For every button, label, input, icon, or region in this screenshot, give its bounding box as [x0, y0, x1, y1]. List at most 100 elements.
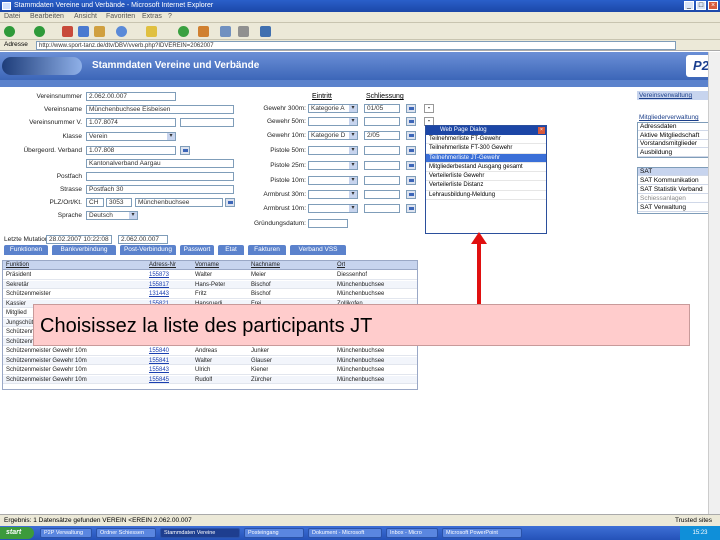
postfach-field[interactable]: [86, 172, 234, 181]
sprache-select[interactable]: Deutsch: [86, 211, 138, 220]
address-number-link[interactable]: 155873: [149, 271, 169, 279]
tab-bankverbindung[interactable]: Bankverbindung: [52, 245, 116, 255]
report-item[interactable]: Teilnehmerliste FT-Gewehr: [426, 135, 546, 145]
close-button[interactable]: ×: [708, 1, 718, 10]
back-icon[interactable]: [4, 26, 15, 37]
report-item[interactable]: Teilnehmerliste FT-300 Gewehr: [426, 144, 546, 154]
forward-icon[interactable]: [34, 26, 45, 37]
task-item[interactable]: Dokument - Microsoft: [308, 528, 382, 538]
minimize-button[interactable]: _: [684, 1, 694, 10]
task-item[interactable]: Inbox - Micro: [386, 528, 438, 538]
table-row[interactable]: Schützenmeister Gewehr 10m 155845 Rudolf Zü…: [3, 375, 417, 384]
menu-favoriten[interactable]: Favoriten: [106, 13, 135, 20]
address-number-link[interactable]: 131443: [149, 290, 169, 298]
tab-etat[interactable]: Etat: [218, 245, 244, 255]
nav-sat-statistik[interactable]: SAT Statistik Verband: [638, 186, 718, 194]
report-item[interactable]: Verteilerliste Gewehr: [426, 172, 546, 182]
country-field[interactable]: CH: [86, 198, 104, 207]
lookup-verband-icon[interactable]: [180, 146, 190, 155]
table-row[interactable]: Sekretär 155817 Hans-Peter Bischof Münchenbu…: [3, 280, 417, 289]
a10-edit-icon[interactable]: [406, 204, 416, 213]
page-scrollbar[interactable]: [708, 52, 720, 514]
g10-date[interactable]: 2/05: [364, 131, 400, 140]
p25-date[interactable]: [364, 161, 400, 170]
a30-date[interactable]: [364, 190, 400, 199]
p50-edit-icon[interactable]: [406, 146, 416, 155]
menu-datei[interactable]: Datei: [4, 13, 20, 20]
maximize-button[interactable]: □: [696, 1, 706, 10]
p10-edit-icon[interactable]: [406, 176, 416, 185]
a10-date[interactable]: [364, 204, 400, 213]
p10-select[interactable]: [308, 176, 358, 185]
p25-select[interactable]: [308, 161, 358, 170]
tab-verband-vss[interactable]: Verband VSS: [290, 245, 346, 255]
tab-fakturen[interactable]: Fakturen: [248, 245, 286, 255]
g300-date[interactable]: 01/05: [364, 104, 400, 113]
home-icon[interactable]: [94, 26, 105, 37]
history-icon[interactable]: [198, 26, 209, 37]
table-row[interactable]: Schützenmeister Gewehr 10m 155843 Ulrich Ki…: [3, 366, 417, 375]
g10-select[interactable]: Kategorie D: [308, 131, 358, 140]
tab-passwort[interactable]: Passwort: [180, 245, 214, 255]
media-icon[interactable]: [178, 26, 189, 37]
stop-icon[interactable]: [62, 26, 73, 37]
col-nachname[interactable]: Nachname: [251, 261, 280, 269]
g50-edit-icon[interactable]: [406, 117, 416, 126]
address-input[interactable]: http://www.sport-tanz.de/dtv/DBV/vverb.p…: [36, 41, 676, 50]
ort-field[interactable]: Münchenbuchsee: [135, 198, 223, 207]
report-item[interactable]: Verteilerliste Distanz: [426, 181, 546, 191]
address-number-link[interactable]: 155843: [149, 366, 169, 374]
p50-date[interactable]: [364, 146, 400, 155]
uebergeord-field[interactable]: 1.07.808: [86, 146, 176, 155]
table-row[interactable]: Schützenmeister Gewehr 10m 155840 Andreas J…: [3, 347, 417, 356]
col-adressnr[interactable]: Adress-Nr: [149, 261, 176, 269]
vereinsname-field[interactable]: Münchenbuchsee Eisbeisen: [86, 105, 234, 114]
dialog-close-icon[interactable]: ×: [538, 127, 545, 134]
klasse-select[interactable]: Verein: [86, 132, 176, 141]
address-number-link[interactable]: 155817: [149, 281, 169, 289]
gruendung-field[interactable]: [308, 219, 348, 228]
address-number-link[interactable]: 155841: [149, 357, 169, 365]
nav-aktive-mitgliedschaft[interactable]: Aktive Mitgliedschaft: [638, 132, 718, 140]
g10-edit-icon[interactable]: [406, 131, 416, 140]
table-row[interactable]: Präsident 155873 Walter Meier Diessenhof: [3, 271, 417, 280]
menu-bearbeiten[interactable]: Bearbeiten: [30, 13, 64, 20]
menu-help[interactable]: ?: [168, 13, 172, 20]
plz-field[interactable]: 3053: [106, 198, 132, 207]
g300-remove-icon[interactable]: -: [424, 104, 434, 113]
start-button[interactable]: start: [0, 527, 34, 539]
edit-icon[interactable]: [260, 26, 271, 37]
print-icon[interactable]: [238, 26, 249, 37]
g300-select[interactable]: Kategorie A: [308, 104, 358, 113]
nav-mitgliederverwaltung-head[interactable]: Mitgliederverwaltung: [637, 113, 717, 122]
report-item[interactable]: Mitgliederbestand Ausgang gesamt: [426, 163, 546, 173]
nav-schiessanlagen[interactable]: Schiessanlagen: [638, 195, 718, 203]
task-item[interactable]: P2P Verwaltung: [40, 528, 92, 538]
nav-vorstand[interactable]: Vorstandsmitglieder: [638, 140, 718, 148]
address-number-link[interactable]: 155845: [149, 376, 169, 384]
vereinsnummer-v-field[interactable]: 1.07.8074: [86, 118, 176, 127]
menu-extras[interactable]: Extras: [142, 13, 162, 20]
a30-edit-icon[interactable]: [406, 190, 416, 199]
p10-date[interactable]: [364, 176, 400, 185]
g50-select[interactable]: [308, 117, 358, 126]
a10-select[interactable]: [308, 204, 358, 213]
address-number-link[interactable]: 155840: [149, 347, 169, 355]
g50-date[interactable]: [364, 117, 400, 126]
lookup-ort-icon[interactable]: [225, 198, 235, 207]
task-item[interactable]: Posteingang: [244, 528, 304, 538]
report-item-selected[interactable]: Teilnehmerliste JT-Gewehr: [426, 153, 546, 163]
vereinsnummer-v-extra[interactable]: [180, 118, 234, 127]
mail-icon[interactable]: [220, 26, 231, 37]
strasse-field[interactable]: Postfach 30: [86, 185, 234, 194]
refresh-icon[interactable]: [78, 26, 89, 37]
task-item-active[interactable]: Stammdaten Vereine: [160, 528, 240, 538]
tab-funktionen[interactable]: Funktionen: [4, 245, 48, 255]
nav-ausbildung[interactable]: Ausbildung: [638, 149, 718, 157]
tab-postverbindung[interactable]: Post-Verbindung: [120, 245, 176, 255]
search-icon[interactable]: [116, 26, 127, 37]
nav-adressdaten[interactable]: Adressdaten: [638, 123, 718, 131]
menu-ansicht[interactable]: Ansicht: [74, 13, 97, 20]
p25-edit-icon[interactable]: [406, 161, 416, 170]
table-row[interactable]: Schützenmeister Gewehr 10m 155841 Walter Gl…: [3, 356, 417, 365]
